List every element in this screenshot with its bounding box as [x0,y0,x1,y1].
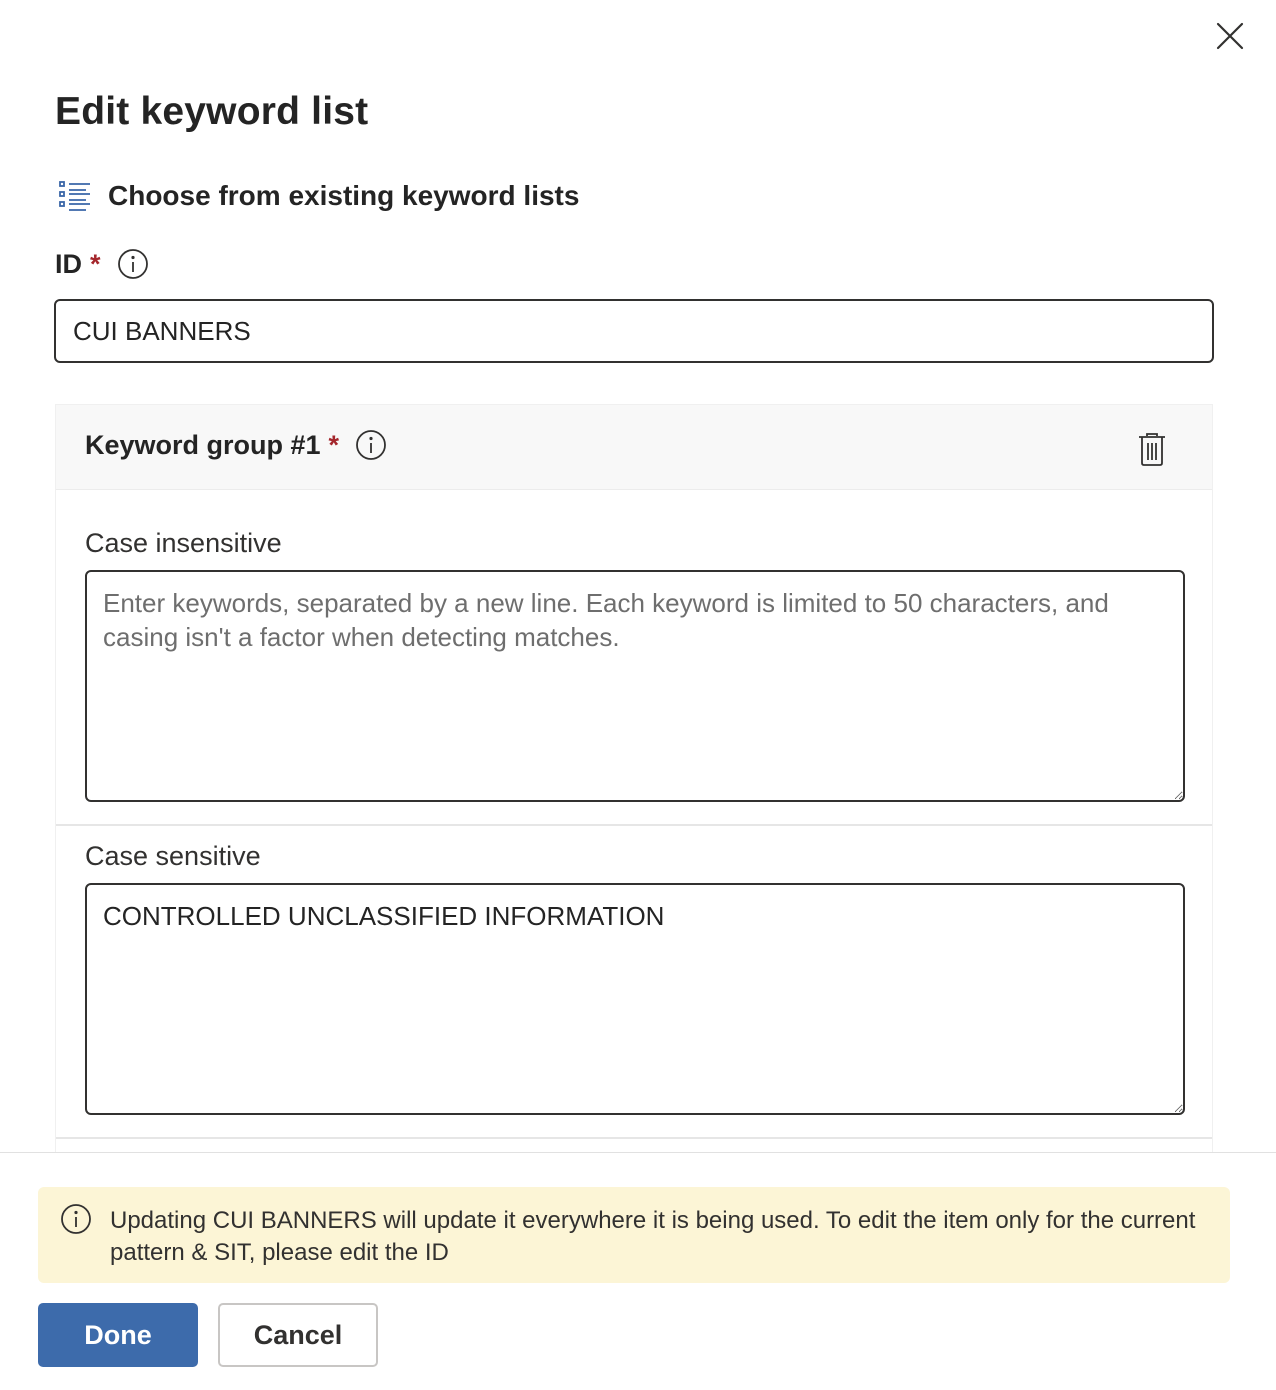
keyword-group-header: Keyword group #1 * [56,404,1212,490]
info-icon[interactable] [355,429,387,461]
close-icon [1216,22,1244,50]
required-marker: * [328,429,340,460]
id-field-label: ID * [55,248,149,280]
done-button[interactable]: Done [38,1303,198,1367]
choose-existing-label: Choose from existing keyword lists [108,180,580,211]
keyword-group-title: Keyword group #1 * [85,429,387,461]
keyword-group-title-text: Keyword group #1 [85,429,321,460]
edit-keyword-list-panel: Edit keyword list Choose from existing k… [0,0,1276,1390]
info-icon [60,1203,94,1237]
id-label-text: ID [55,248,82,279]
page-title: Edit keyword list [55,90,369,133]
info-icon[interactable] [117,248,149,280]
trash-icon [1139,433,1165,466]
update-notice: Updating CUI BANNERS will update it ever… [38,1187,1230,1283]
case-insensitive-textarea[interactable] [85,570,1185,802]
cancel-button[interactable]: Cancel [218,1303,378,1367]
keyword-group: Keyword group #1 * Case insensitive Ente… [55,404,1213,1154]
bulleted-list-icon [58,179,92,213]
case-sensitive-label: Case sensitive [85,841,261,871]
dialog-footer: Updating CUI BANNERS will update it ever… [0,1152,1276,1390]
case-insensitive-label: Case insensitive [85,528,282,558]
choose-existing-keyword-lists-link[interactable]: Choose from existing keyword lists [58,174,579,218]
section-divider [56,1137,1212,1139]
case-sensitive-textarea[interactable]: CONTROLLED UNCLASSIFIED INFORMATION [85,883,1185,1115]
delete-group-button[interactable] [1134,429,1170,469]
section-divider [56,824,1212,826]
required-marker: * [90,248,101,279]
notice-text: Updating CUI BANNERS will update it ever… [110,1207,1196,1266]
id-input[interactable] [54,299,1214,363]
close-button[interactable] [1206,14,1254,58]
